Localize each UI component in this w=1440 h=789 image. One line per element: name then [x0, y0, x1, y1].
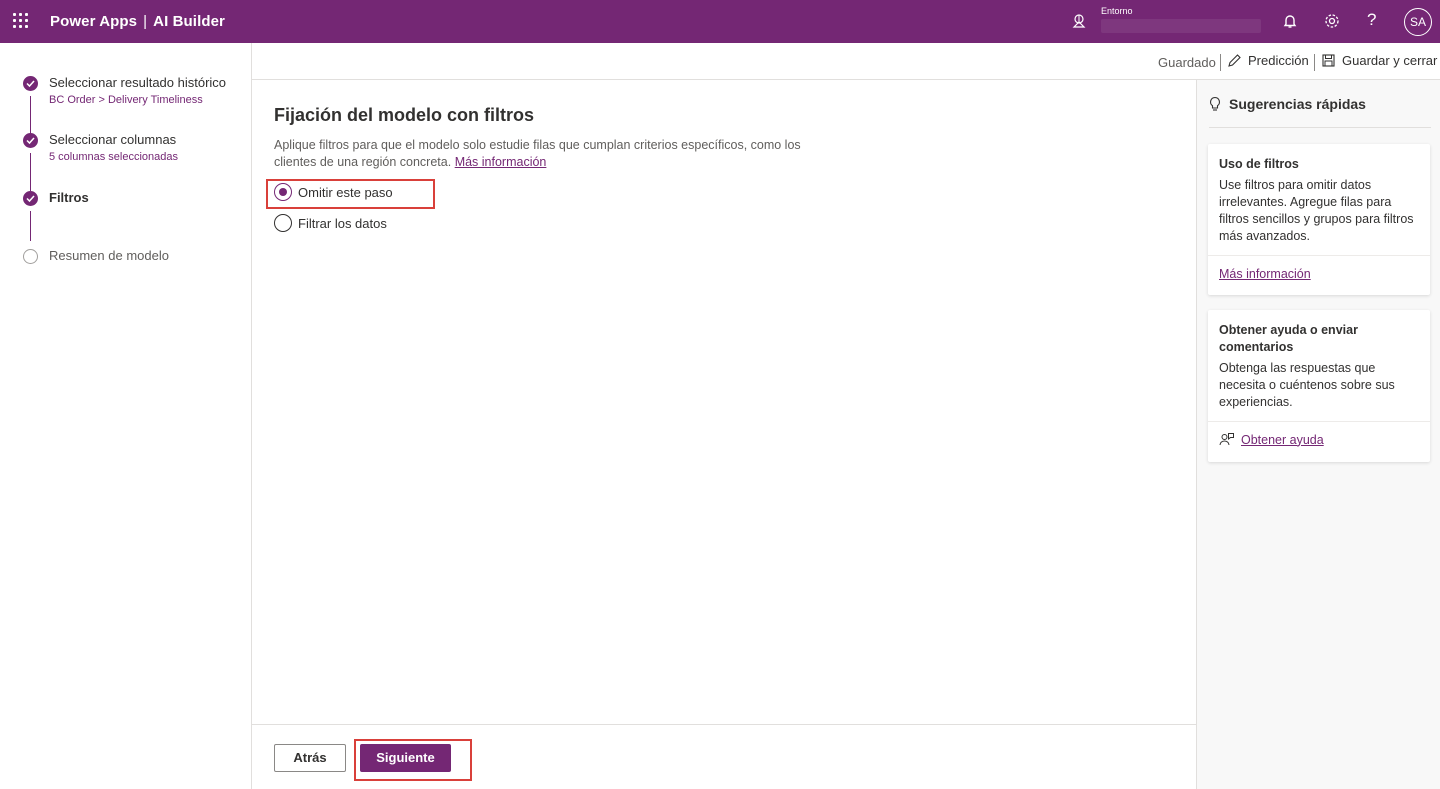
prediction-label: Predicción — [1248, 53, 1309, 68]
step-connector — [30, 211, 31, 241]
product-name: AI Builder — [153, 13, 225, 30]
page-title: Fijación del modelo con filtros — [274, 105, 535, 125]
tip-learn-more-link[interactable]: Más información — [1219, 267, 1311, 281]
step-subtitle: BC Order > Delivery Timeliness — [49, 94, 203, 106]
save-icon — [1322, 54, 1335, 67]
tip-card-filters: Uso de filtros Use filtros para omitir d… — [1208, 144, 1430, 295]
lightbulb-icon — [1210, 96, 1220, 111]
environment-icon[interactable] — [1071, 13, 1087, 29]
step-pending-indicator — [23, 249, 38, 264]
app-title[interactable]: Power Apps | AI Builder — [50, 13, 225, 30]
app-name: Power Apps — [50, 13, 138, 30]
check-icon — [23, 76, 38, 91]
prediction-button[interactable]: Predicción — [1227, 53, 1309, 68]
radio-unselected[interactable] — [274, 214, 292, 232]
card-divider — [1208, 255, 1430, 256]
page-description: Aplique filtros para que el modelo solo … — [274, 137, 814, 171]
card-body: Use filtros para omitir datos irrelevant… — [1219, 178, 1414, 243]
user-avatar[interactable]: SA — [1404, 8, 1432, 36]
radio-selected[interactable] — [274, 183, 292, 201]
feedback-icon — [1219, 433, 1234, 446]
save-and-close-button[interactable]: Guardar y cerrar — [1321, 53, 1437, 68]
quick-tips-header: Sugerencias rápidas — [1209, 96, 1431, 128]
link-label: Obtener ayuda — [1241, 432, 1324, 447]
notifications-icon[interactable] — [1281, 12, 1299, 30]
title-separator: | — [143, 13, 148, 30]
save-status: Guardado — [1158, 55, 1216, 70]
skip-step-radio[interactable]: Omitir este paso — [274, 183, 393, 201]
settings-icon[interactable] — [1323, 12, 1341, 30]
link-label: Más información — [1219, 267, 1311, 281]
quick-tips-pane: Sugerencias rápidas Uso de filtros Use f… — [1196, 80, 1440, 789]
step-connector — [30, 153, 31, 191]
learn-more-link[interactable]: Más información — [455, 155, 547, 169]
back-button[interactable]: Atrás — [274, 744, 346, 772]
quick-tips-title: Sugerencias rápidas — [1229, 96, 1366, 112]
card-title: Uso de filtros — [1219, 157, 1299, 171]
app-header: Power Apps | AI Builder Entorno ? SA — [0, 0, 1440, 43]
command-divider — [1314, 54, 1315, 71]
wizard-steps: Seleccionar resultado histórico BC Order… — [0, 43, 252, 789]
get-help-link[interactable]: Obtener ayuda — [1219, 432, 1324, 447]
environment-label: Entorno — [1101, 6, 1133, 16]
help-icon[interactable]: ? — [1367, 10, 1376, 30]
card-body: Obtenga las respuestas que necesita o cu… — [1219, 361, 1395, 409]
tip-card-help: Obtener ayuda o enviar comentarios Obten… — [1208, 310, 1430, 462]
app-launcher-icon[interactable] — [13, 13, 29, 29]
check-icon — [23, 191, 38, 206]
save-and-close-label: Guardar y cerrar — [1342, 53, 1438, 68]
step-connector — [30, 96, 31, 134]
card-divider — [1208, 421, 1430, 422]
option-label: Filtrar los datos — [298, 215, 387, 231]
step-subtitle: 5 columnas seleccionadas — [49, 151, 179, 163]
main-content: Fijación del modelo con filtros Aplique … — [252, 80, 1196, 725]
wizard-footer: Atrás Siguiente — [252, 724, 1196, 789]
step-title: Seleccionar resultado histórico — [49, 75, 227, 90]
next-button[interactable]: Siguiente — [360, 744, 451, 772]
environment-selector[interactable] — [1101, 19, 1261, 33]
filter-data-radio[interactable]: Filtrar los datos — [274, 214, 387, 232]
check-icon — [23, 133, 38, 148]
command-divider — [1220, 54, 1221, 71]
card-title: Obtener ayuda o enviar comentarios — [1219, 323, 1358, 354]
option-label: Omitir este paso — [298, 184, 393, 200]
step-title: Seleccionar columnas — [49, 132, 177, 147]
command-bar: Guardado Predicción Guardar y cerrar — [252, 43, 1440, 80]
step-title: Resumen de modelo — [49, 248, 169, 263]
step-title: Filtros — [49, 190, 89, 205]
pencil-icon — [1228, 54, 1241, 67]
